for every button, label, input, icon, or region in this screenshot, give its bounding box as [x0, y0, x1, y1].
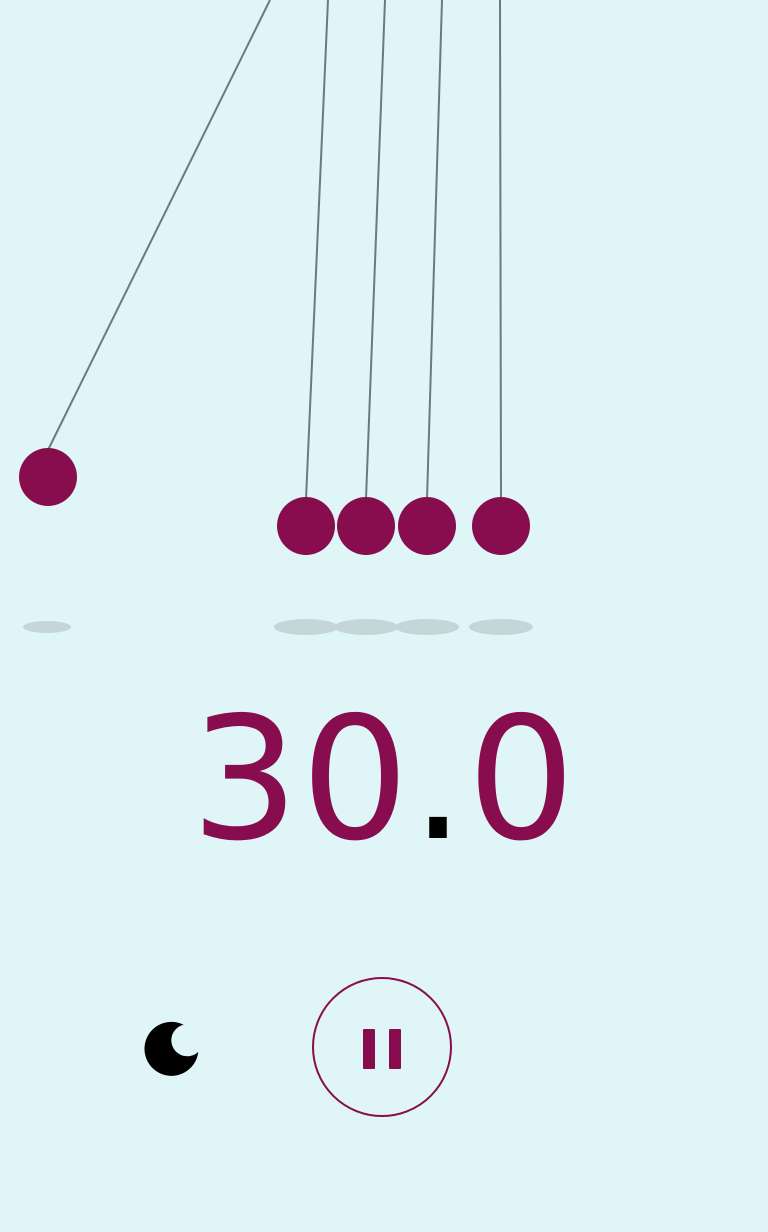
pendulum-string: [365, 0, 386, 500]
pendulum-string: [426, 0, 443, 500]
timer-seconds: 30: [190, 681, 412, 879]
countdown-timer: 30.0: [0, 690, 768, 870]
ball-shadow: [395, 619, 459, 635]
pendulum-balls: [19, 448, 530, 555]
ball-shadow: [469, 619, 533, 635]
ball-shadow: [23, 621, 71, 633]
ball-shadow: [274, 619, 338, 635]
pendulum-string: [499, 0, 502, 500]
pause-icon-bar-left: [363, 1029, 375, 1069]
ball-shadow: [334, 619, 398, 635]
pendulum-ball: [398, 497, 456, 555]
newtons-cradle: [19, 0, 533, 635]
pendulum-ball: [277, 497, 335, 555]
pendulum-string: [305, 0, 329, 500]
pause-button[interactable]: [312, 977, 452, 1117]
dark-mode-toggle[interactable]: [140, 1016, 204, 1080]
pendulum-ball: [472, 497, 530, 555]
timer-tenths: 0: [467, 681, 578, 879]
pendulum-ball: [19, 448, 77, 506]
pause-icon-bar-right: [389, 1029, 401, 1069]
ball-shadows: [23, 619, 533, 635]
pendulum-ball: [337, 497, 395, 555]
pendulum-string: [47, 0, 271, 451]
pendulum-strings: [47, 0, 502, 500]
moon-icon: [144, 1021, 199, 1076]
timer-decimal-point: .: [411, 681, 468, 879]
